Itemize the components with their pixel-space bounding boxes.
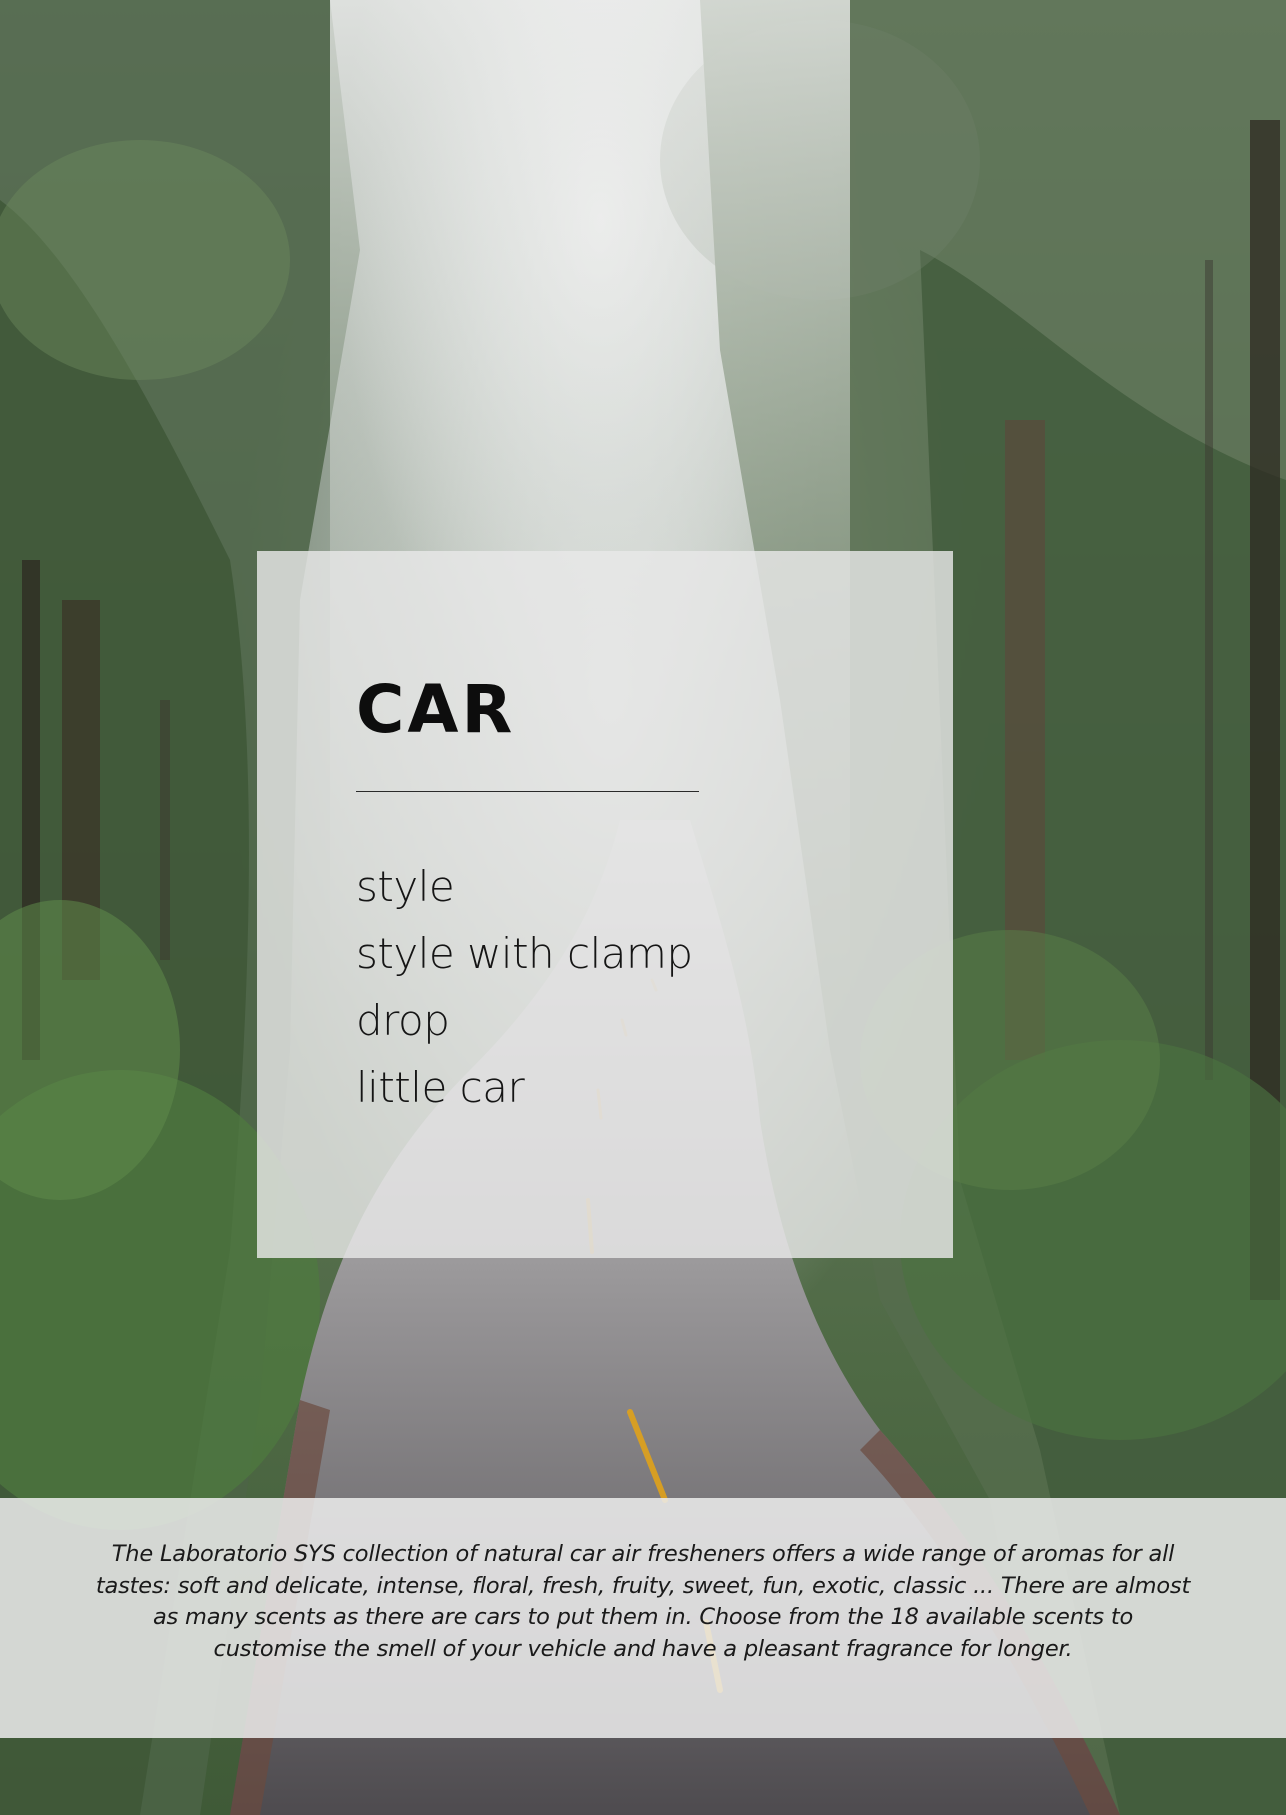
- title-divider: [356, 791, 699, 792]
- description-text: The Laboratorio SYS collection of natura…: [95, 1541, 1191, 1662]
- variant-item-little-car: little car: [356, 1063, 525, 1112]
- variant-item-style: style: [356, 862, 455, 911]
- variant-item-drop: drop: [356, 996, 450, 1045]
- variant-item-style-with-clamp: style with clamp: [356, 929, 693, 978]
- product-card: CAR style style with clamp drop little c…: [257, 551, 953, 1258]
- card-title: CAR: [356, 671, 516, 748]
- variant-list: style style with clamp drop little car: [356, 853, 693, 1121]
- description-panel: The Laboratorio SYS collection of natura…: [0, 1498, 1286, 1738]
